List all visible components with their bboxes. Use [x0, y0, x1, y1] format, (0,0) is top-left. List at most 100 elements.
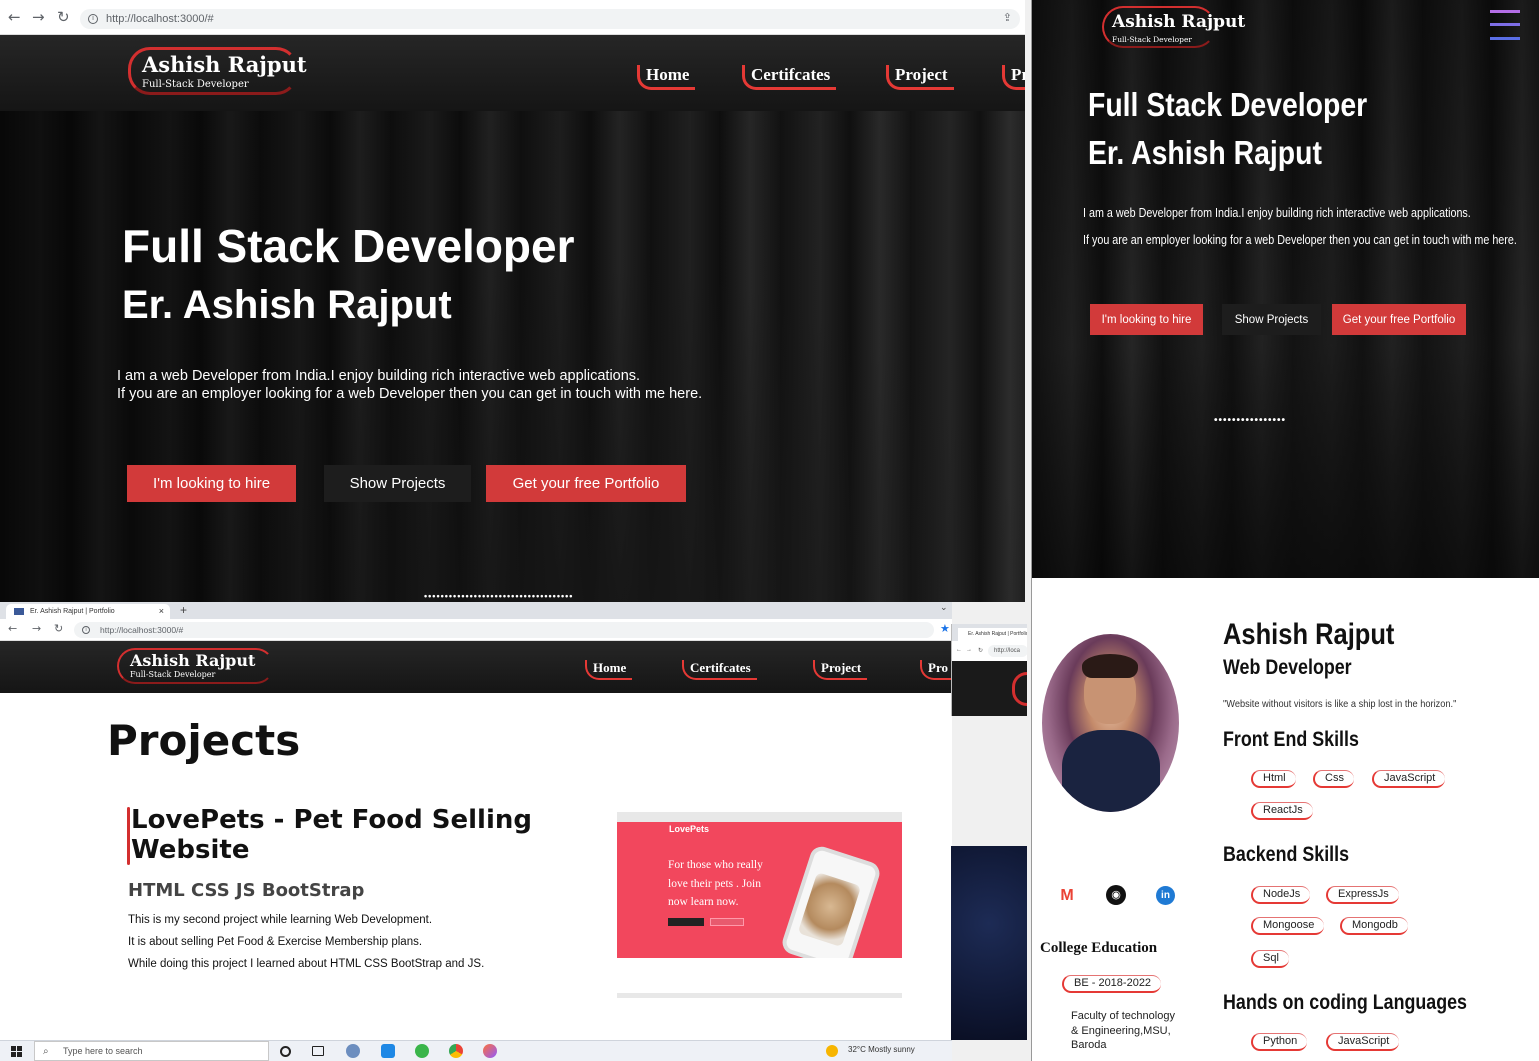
logo-title: Ashish Rajput [142, 52, 307, 77]
hire-button[interactable]: I'm looking to hire [127, 465, 296, 502]
project-tech-stack: HTML CSS JS BootStrap [128, 880, 365, 901]
skill-chip-nodejs: NodeJs [1251, 886, 1311, 904]
taskbar-search[interactable]: ⌕ Type here to search [34, 1041, 269, 1061]
app-r-icon[interactable] [346, 1044, 360, 1058]
hero-title: Full Stack Developer [1088, 86, 1368, 123]
reload-icon[interactable]: ↻ [57, 8, 70, 26]
search-placeholder: Type here to search [63, 1046, 143, 1056]
info-icon: i [82, 626, 90, 634]
education-heading: College Education [1040, 940, 1158, 956]
skill-chip-html: Html [1251, 770, 1296, 788]
nav-project[interactable]: Project [886, 65, 954, 90]
skill-chip-css: Css [1313, 770, 1354, 788]
github-icon[interactable]: ◉ [1106, 885, 1126, 905]
task-view-icon[interactable] [312, 1046, 324, 1056]
windows-taskbar: ⌕ Type here to search 32°C Mostly sunny [0, 1040, 952, 1061]
flag-icon [14, 608, 24, 615]
cortana-icon[interactable] [280, 1046, 291, 1057]
forward-arrow-icon[interactable]: → [966, 647, 972, 653]
project-title[interactable]: LovePets - Pet Food Selling Website [131, 805, 591, 865]
hero-overlay [0, 111, 1025, 602]
reload-icon[interactable]: ↻ [978, 647, 983, 654]
project-desc-line-1: This is my second project while learning… [128, 914, 433, 926]
screenshot-browser-bar [617, 812, 902, 822]
skill-chip-mongoose: Mongoose [1251, 917, 1325, 935]
projects-heading: Projects [107, 716, 301, 765]
back-arrow-icon[interactable]: ← [8, 8, 21, 26]
free-portfolio-button[interactable]: Get your free Portfolio [1332, 304, 1466, 335]
windows-start-icon[interactable] [11, 1046, 22, 1057]
firefox-icon[interactable] [483, 1044, 497, 1058]
hamburger-menu-icon[interactable] [1490, 10, 1520, 40]
logo-subtitle: Full-Stack Developer [130, 670, 216, 679]
nav-home[interactable]: Home [585, 660, 633, 680]
about-role: Web Developer [1223, 656, 1352, 679]
hero-title: Full Stack Developer [122, 220, 575, 272]
hair [1082, 654, 1138, 678]
shirt [1062, 730, 1160, 812]
skill-chip-mongodb: Mongodb [1340, 917, 1408, 935]
browser-window-desktop-hero: ← → ↻ i http://localhost:3000/# ⇪ Ashish… [0, 0, 1025, 602]
project-screenshot[interactable]: LovePets For those who really love their… [617, 812, 902, 958]
tab-close-icon[interactable]: × [159, 604, 164, 619]
screenshot-button-1 [668, 918, 704, 926]
hire-button[interactable]: I'm looking to hire [1090, 304, 1203, 335]
search-icon: ⌕ [43, 1046, 49, 1057]
address-bar[interactable]: i http://localhost:3000/# ⇪ [80, 9, 1020, 29]
nav-home[interactable]: Home [637, 65, 696, 90]
nav-profile[interactable]: Pro [920, 660, 952, 680]
skill-chip-javascript: JavaScript [1372, 770, 1446, 788]
tab-title: Er. Ashish Rajput | Portfolio [30, 608, 115, 615]
bookmark-star-icon[interactable]: ★ [940, 622, 950, 635]
back-arrow-icon[interactable]: ← [956, 647, 962, 653]
show-projects-button[interactable]: Show Projects [324, 465, 471, 502]
skill-chip-python: Python [1251, 1033, 1308, 1051]
app-green-icon[interactable] [415, 1044, 429, 1058]
hero-intro-line-2: If you are an employer looking for a web… [117, 386, 703, 402]
background-wallpaper-strip [951, 846, 1027, 1040]
tab-strip: Er. Ashish Rajput | Portfolio × + ⌄ [0, 602, 952, 619]
reload-icon[interactable]: ↻ [54, 622, 63, 635]
nav-certificates[interactable]: Certifcates [682, 660, 757, 680]
weather-icon [826, 1045, 838, 1057]
forward-arrow-icon[interactable]: → [32, 622, 41, 635]
carousel-indicators[interactable]: •••••••••••••••• [1214, 415, 1286, 426]
nav-project[interactable]: Project [813, 660, 868, 680]
share-icon[interactable]: ⇪ [1003, 11, 1012, 24]
carousel-indicators[interactable]: •••••••••••••••••••••••••••••••••••• [424, 591, 573, 601]
forward-arrow-icon[interactable]: → [32, 8, 45, 26]
about-quote: "Website without visitors is like a ship… [1223, 698, 1457, 710]
dog-photo [797, 872, 862, 948]
show-projects-button[interactable]: Show Projects [1222, 304, 1321, 335]
vscode-icon[interactable] [381, 1044, 395, 1058]
address-bar[interactable]: i http://localhost:3000/# [74, 622, 934, 638]
new-tab-icon[interactable]: + [180, 603, 187, 617]
project-accent-bar [127, 807, 130, 865]
small-site-navbar [952, 661, 1027, 716]
tab-portfolio[interactable]: Er. Ashish Rajput | Portfolio × [6, 604, 170, 619]
back-arrow-icon[interactable]: ← [8, 622, 17, 635]
browser-toolbar: ← → ↻ i http://localhost:3000/# ⇪ [0, 0, 1025, 35]
linkedin-icon[interactable]: in [1156, 886, 1175, 905]
chrome-icon[interactable] [449, 1044, 463, 1058]
free-portfolio-button[interactable]: Get your free Portfolio [486, 465, 686, 502]
screenshot-button-2 [710, 918, 744, 926]
small-tab[interactable]: Er. Ashish Rajput | Portfolio [958, 628, 1027, 641]
logo-title: Ashish Rajput [1112, 12, 1246, 32]
address-text: http://localhost:3000/# [100, 625, 184, 635]
browser-window-desktop-projects: Er. Ashish Rajput | Portfolio × + ⌄ ← → … [0, 602, 952, 1040]
site-navbar: Ashish Rajput Full-Stack Developer Home … [0, 35, 1025, 111]
info-icon: i [88, 14, 98, 24]
nav-certificates[interactable]: Certifcates [742, 65, 837, 90]
screenshot-tagline: For those who really love their pets . J… [668, 859, 763, 908]
education-badge: BE - 2018-2022 [1062, 975, 1162, 993]
gmail-icon[interactable]: M [1058, 887, 1076, 905]
small-tab-strip: Er. Ashish Rajput | Portfolio [952, 624, 1027, 641]
tab-search-icon[interactable]: ⌄ [940, 602, 948, 613]
logo-subtitle: Full-Stack Developer [1112, 35, 1192, 44]
phone-mockup [779, 843, 883, 958]
address-text: http://localhost:3000/# [106, 13, 214, 25]
small-address-bar[interactable]: http://loca [988, 645, 1027, 657]
nav-profile[interactable]: Pr [1002, 65, 1025, 90]
site-navbar-b: Ashish Rajput Full-Stack Developer Home … [0, 641, 952, 693]
